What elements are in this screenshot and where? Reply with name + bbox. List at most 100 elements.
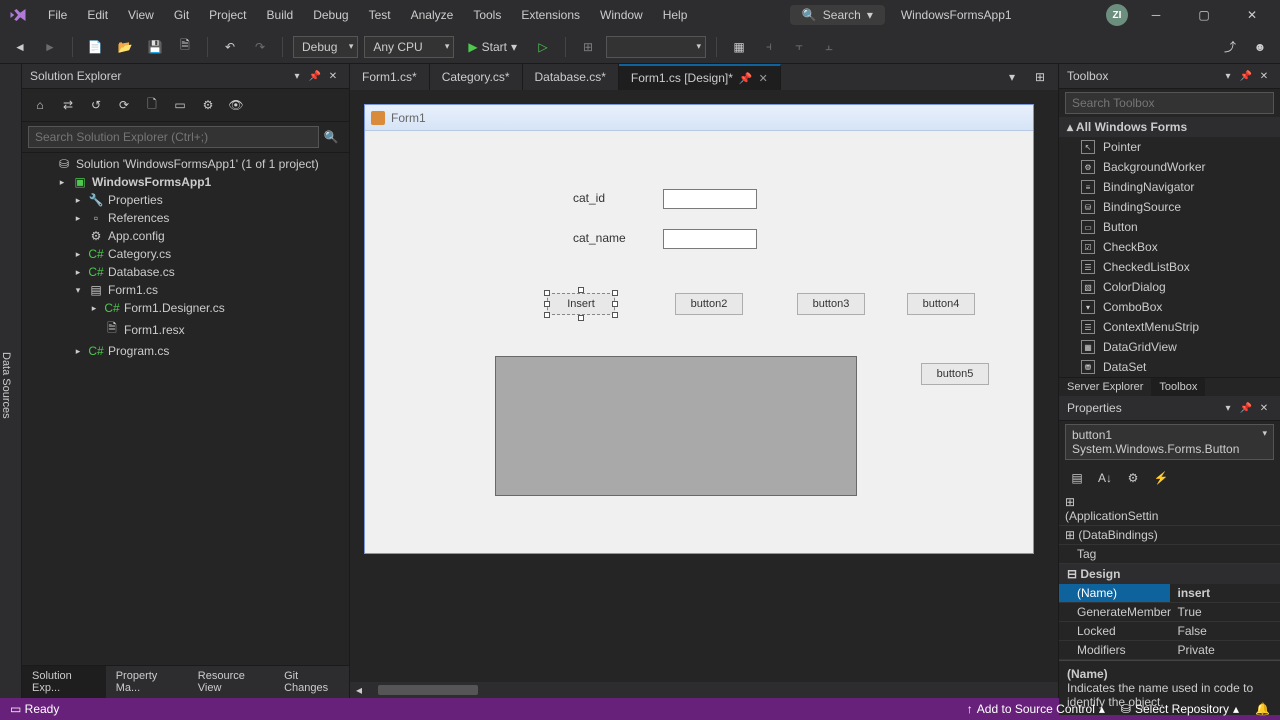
new-project-button[interactable]: 📄 (83, 35, 107, 59)
textbox-cat-id[interactable] (663, 189, 757, 209)
tab-category-cs[interactable]: Category.cs* (430, 64, 523, 90)
button-4[interactable]: button4 (907, 293, 975, 315)
tbx-datagridview[interactable]: ▦DataGridView (1059, 337, 1280, 357)
panel-dropdown-icon[interactable]: ▾ (289, 68, 305, 84)
label-cat-name[interactable]: cat_name (573, 231, 626, 245)
align-grid-icon[interactable]: ▦ (727, 35, 751, 59)
undo-button[interactable]: ↶ (218, 35, 242, 59)
winform-canvas[interactable]: Form1 cat_id cat_name Insert (364, 104, 1034, 554)
menu-extensions[interactable]: Extensions (513, 4, 588, 26)
panel-close-icon[interactable]: ✕ (1256, 68, 1272, 84)
user-avatar[interactable]: ZI (1106, 4, 1128, 26)
switch-views-icon[interactable]: ⇄ (56, 93, 80, 117)
align-left-icon[interactable]: ⫞ (757, 35, 781, 59)
add-source-control[interactable]: ↑ Add to Source Control ▴ (967, 702, 1105, 716)
search-icon[interactable]: 🔍 (319, 125, 343, 149)
tab-database-cs[interactable]: Database.cs* (523, 64, 619, 90)
prop-locked-key[interactable]: Locked (1059, 622, 1170, 640)
prop-cat-design[interactable]: ⊟ Design (1059, 564, 1280, 584)
menu-tools[interactable]: Tools (465, 4, 509, 26)
tbx-checkbox[interactable]: ☑CheckBox (1059, 237, 1280, 257)
tab-resource-view[interactable]: Resource View (188, 666, 274, 698)
menu-debug[interactable]: Debug (305, 4, 356, 26)
home-icon[interactable]: ⌂ (28, 93, 52, 117)
show-all-icon[interactable]: 🗋 (140, 93, 164, 117)
tab-server-explorer[interactable]: Server Explorer (1059, 378, 1151, 396)
program-node[interactable]: ▸C#Program.cs (22, 342, 349, 360)
menu-project[interactable]: Project (201, 4, 254, 26)
tbx-checkedlistbox[interactable]: ☰CheckedListBox (1059, 257, 1280, 277)
layout-btn-1[interactable]: ⊞ (576, 35, 600, 59)
panel-close-icon[interactable]: ✕ (1256, 400, 1272, 416)
align-center-icon[interactable]: ⫟ (787, 35, 811, 59)
prop-name-value[interactable]: insert (1170, 584, 1280, 602)
save-button[interactable]: 💾 (143, 35, 167, 59)
close-tab-icon[interactable]: ✕ (759, 72, 768, 85)
button-2[interactable]: button2 (675, 293, 743, 315)
maximize-button[interactable]: ▢ (1184, 0, 1224, 30)
redo-button[interactable]: ↷ (248, 35, 272, 59)
close-button[interactable]: ✕ (1232, 0, 1272, 30)
pending-changes-icon[interactable]: ↺ (84, 93, 108, 117)
menu-window[interactable]: Window (592, 4, 651, 26)
menu-edit[interactable]: Edit (79, 4, 116, 26)
button-insert[interactable]: Insert (547, 293, 615, 315)
prop-tag[interactable]: Tag (1059, 545, 1170, 563)
tab-overflow-icon[interactable]: ▾ (1000, 65, 1024, 89)
prop-genmember-value[interactable]: True (1170, 603, 1280, 621)
toolbox-search-input[interactable] (1065, 92, 1274, 114)
menu-view[interactable]: View (120, 4, 162, 26)
save-all-button[interactable]: 🗎 (173, 35, 197, 59)
solution-search-input[interactable] (28, 126, 319, 148)
prop-genmember-key[interactable]: GenerateMember (1059, 603, 1170, 621)
prop-modifiers-key[interactable]: Modifiers (1059, 641, 1170, 659)
appconfig-node[interactable]: ⚙App.config (22, 227, 349, 245)
tab-toolbox[interactable]: Toolbox (1151, 378, 1205, 396)
tbx-contextmenustrip[interactable]: ☰ContextMenuStrip (1059, 317, 1280, 337)
designer-surface[interactable]: Form1 cat_id cat_name Insert (350, 90, 1058, 682)
global-search[interactable]: 🔍 Search ▾ (790, 5, 885, 25)
open-button[interactable]: 📂 (113, 35, 137, 59)
prop-locked-value[interactable]: False (1170, 622, 1280, 640)
platform-combo[interactable]: Any CPU (364, 36, 454, 58)
panel-dropdown-icon[interactable]: ▾ (1220, 400, 1236, 416)
tab-property-manager[interactable]: Property Ma... (106, 666, 188, 698)
menu-file[interactable]: File (40, 4, 75, 26)
select-repository[interactable]: ⛁ Select Repository ▴ (1121, 702, 1239, 716)
panel-dropdown-icon[interactable]: ▾ (1220, 68, 1236, 84)
preview-icon[interactable]: 👁 (224, 93, 248, 117)
start-button[interactable]: ▶ Start ▾ (460, 38, 525, 56)
panel-close-icon[interactable]: ✕ (325, 68, 341, 84)
toolbox-group-all[interactable]: ▴ All Windows Forms (1059, 117, 1280, 137)
categorized-icon[interactable]: ▤ (1065, 466, 1089, 490)
datagrid-placeholder[interactable] (495, 356, 857, 496)
menu-build[interactable]: Build (259, 4, 302, 26)
database-node[interactable]: ▸C#Database.cs (22, 263, 349, 281)
start-noDebug-button[interactable]: ▷ (531, 35, 555, 59)
nav-back-button[interactable]: ◄ (8, 35, 32, 59)
tbx-colordialog[interactable]: ▧ColorDialog (1059, 277, 1280, 297)
align-right-icon[interactable]: ⫠ (817, 35, 841, 59)
tbx-combobox[interactable]: ▾ComboBox (1059, 297, 1280, 317)
pin-icon[interactable]: 📌 (739, 72, 753, 85)
tbx-button[interactable]: ▭Button (1059, 217, 1280, 237)
properties-grid[interactable]: ⊞ (ApplicationSettin ⊞ (DataBindings) Ta… (1059, 493, 1280, 660)
panel-pin-icon[interactable]: 📌 (1238, 400, 1254, 416)
prop-modifiers-value[interactable]: Private (1170, 641, 1280, 659)
menu-test[interactable]: Test (361, 4, 399, 26)
minimize-button[interactable]: ─ (1136, 0, 1176, 30)
data-sources-tab[interactable]: Data Sources (0, 64, 22, 698)
button-5[interactable]: button5 (921, 363, 989, 385)
tbx-backgroundworker[interactable]: ⚙BackgroundWorker (1059, 157, 1280, 177)
notifications-icon[interactable]: 🔔 (1255, 702, 1270, 716)
feedback-icon[interactable]: ☻ (1248, 35, 1272, 59)
nav-fwd-button[interactable]: ► (38, 35, 62, 59)
category-node[interactable]: ▸C#Category.cs (22, 245, 349, 263)
sync-icon[interactable]: ⟳ (112, 93, 136, 117)
live-share-icon[interactable]: ⤴ (1218, 35, 1242, 59)
alphabetical-icon[interactable]: A↓ (1093, 466, 1117, 490)
props-icon[interactable]: ⚙ (1121, 466, 1145, 490)
tab-solution-explorer[interactable]: Solution Exp... (22, 666, 106, 698)
textbox-cat-name[interactable] (663, 229, 757, 249)
tbx-bindingsource[interactable]: ⛁BindingSource (1059, 197, 1280, 217)
